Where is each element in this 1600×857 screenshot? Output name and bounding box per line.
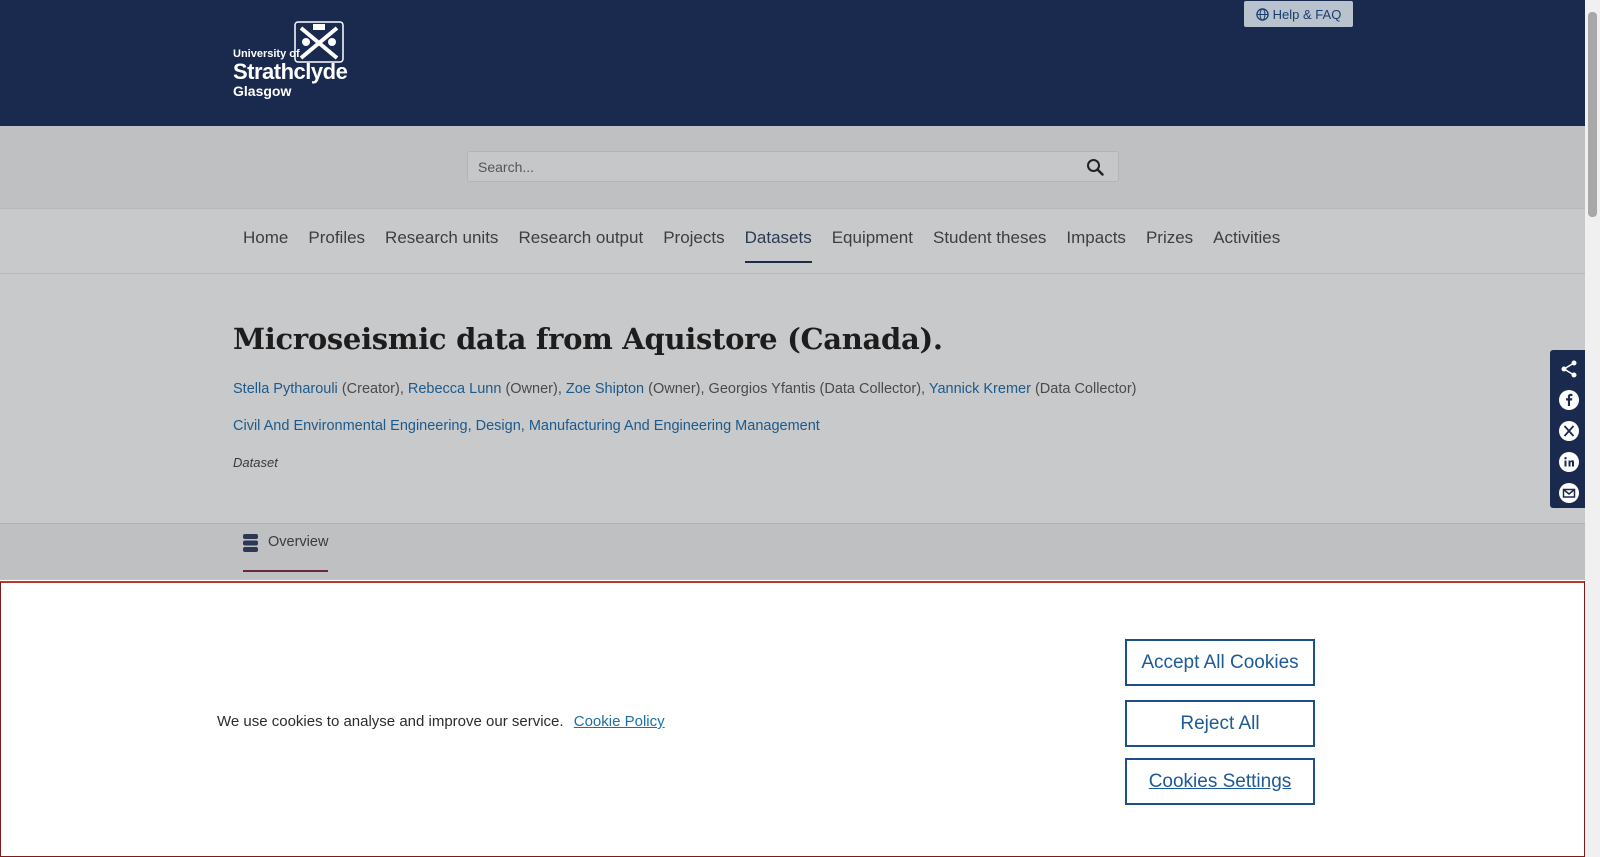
search-box xyxy=(467,151,1119,182)
help-faq-label: Help & FAQ xyxy=(1272,6,1342,22)
logo-line-3: Glasgow xyxy=(233,83,292,99)
person-name: Georgios Yfantis xyxy=(708,381,816,397)
cookie-policy-link[interactable]: Cookie Policy xyxy=(574,713,665,730)
site-header: University of Strathclyde Glasgow Help &… xyxy=(0,0,1585,126)
scrollbar-thumb[interactable] xyxy=(1588,12,1597,217)
search-input[interactable] xyxy=(478,152,1058,181)
person-link[interactable]: Yannick Kremer xyxy=(929,381,1031,397)
crest-icon xyxy=(294,21,344,63)
person-role: (Data Collector) xyxy=(1034,381,1137,397)
nav-item-student-theses[interactable]: Student theses xyxy=(923,227,1056,263)
nav-item-impacts[interactable]: Impacts xyxy=(1056,227,1136,263)
nav-item-home[interactable]: Home xyxy=(233,227,298,263)
content-type: Dataset xyxy=(233,455,278,470)
cookie-message-row: We use cookies to analyse and improve ou… xyxy=(217,713,665,730)
cookie-banner: We use cookies to analyse and improve ou… xyxy=(0,581,1585,857)
main-nav-band: Home Profiles Research units Research ou… xyxy=(0,208,1585,274)
database-icon xyxy=(243,534,258,552)
dataset-header: Microseismic data from Aquistore (Canada… xyxy=(0,274,1585,523)
page-scrollbar[interactable] xyxy=(1585,0,1600,857)
person-link[interactable]: Zoe Shipton xyxy=(566,381,644,397)
person-role: (Owner) xyxy=(505,381,558,397)
cookies-settings-button[interactable]: Cookies Settings xyxy=(1125,758,1315,805)
unit-link[interactable]: Design, Manufacturing And Engineering Ma… xyxy=(476,418,820,434)
person-role: (Owner) xyxy=(648,381,701,397)
share-icon[interactable] xyxy=(1558,358,1580,380)
university-logo[interactable]: University of Strathclyde Glasgow xyxy=(233,20,349,100)
email-icon[interactable] xyxy=(1558,482,1580,504)
nav-item-projects[interactable]: Projects xyxy=(653,227,734,263)
share-bar xyxy=(1550,350,1588,508)
nav-item-research-output[interactable]: Research output xyxy=(508,227,653,263)
reject-all-button[interactable]: Reject All xyxy=(1125,700,1315,747)
main-nav: Home Profiles Research units Research ou… xyxy=(233,227,1290,263)
tab-overview[interactable]: Overview xyxy=(243,534,329,572)
x-icon[interactable] xyxy=(1558,420,1580,442)
page-title: Microseismic data from Aquistore (Canada… xyxy=(233,322,943,356)
nav-item-activities[interactable]: Activities xyxy=(1203,227,1290,263)
help-faq-button[interactable]: Help & FAQ xyxy=(1244,1,1353,27)
nav-item-prizes[interactable]: Prizes xyxy=(1136,227,1203,263)
linkedin-icon[interactable] xyxy=(1558,451,1580,473)
tabs-band: Overview xyxy=(0,523,1585,580)
persons-list: Stella Pytharouli (Creator), Rebecca Lun… xyxy=(233,381,1137,397)
tab-overview-label: Overview xyxy=(268,534,329,550)
search-band xyxy=(0,126,1585,208)
organisational-units: Civil And Environmental Engineering, Des… xyxy=(233,418,820,434)
nav-item-datasets[interactable]: Datasets xyxy=(735,227,822,263)
person-role: (Data Collector) xyxy=(819,381,922,397)
person-link[interactable]: Stella Pytharouli xyxy=(233,381,338,397)
nav-item-profiles[interactable]: Profiles xyxy=(298,227,375,263)
person-link[interactable]: Rebecca Lunn xyxy=(408,381,502,397)
person-role: (Creator) xyxy=(341,381,400,397)
facebook-icon[interactable] xyxy=(1558,389,1580,411)
logo-line-2: Strathclyde xyxy=(233,59,348,84)
nav-item-research-units[interactable]: Research units xyxy=(375,227,508,263)
unit-link[interactable]: Civil And Environmental Engineering xyxy=(233,418,468,434)
nav-item-equipment[interactable]: Equipment xyxy=(822,227,923,263)
search-icon[interactable] xyxy=(1086,158,1104,176)
accept-all-cookies-button[interactable]: Accept All Cookies xyxy=(1125,639,1315,686)
globe-icon xyxy=(1255,7,1269,21)
cookie-message: We use cookies to analyse and improve ou… xyxy=(217,713,564,730)
